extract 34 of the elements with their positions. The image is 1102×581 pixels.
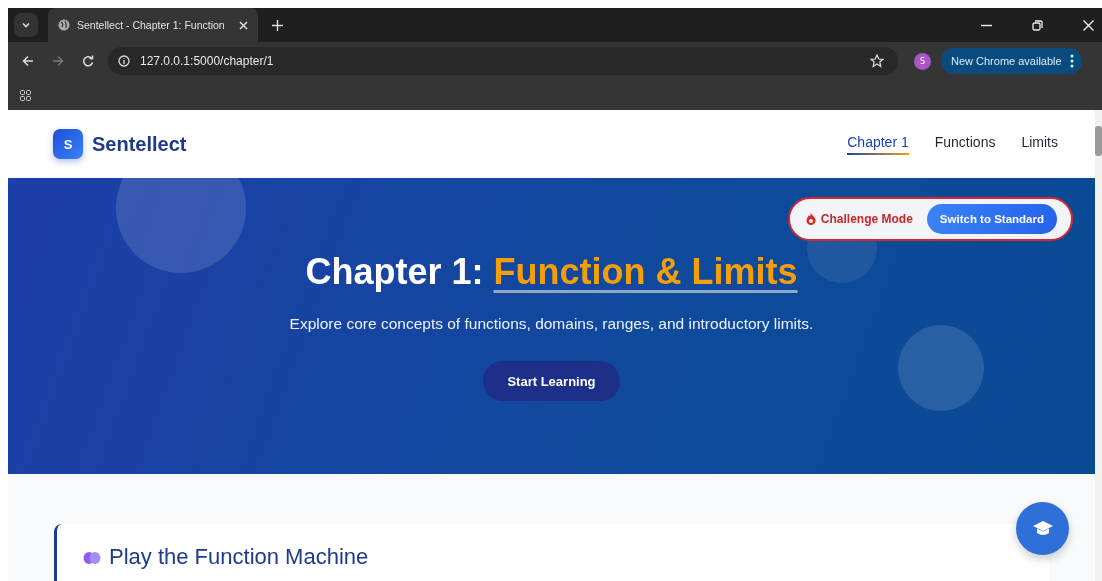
info-icon[interactable] xyxy=(118,55,130,67)
update-button[interactable]: New Chrome available xyxy=(941,48,1082,74)
forward-icon xyxy=(52,55,64,67)
nav-link[interactable]: Functions xyxy=(934,133,996,155)
apps-icon[interactable] xyxy=(20,89,31,101)
nav-link[interactable]: Chapter 1 xyxy=(847,133,909,155)
logo-badge[interactable]: S xyxy=(53,129,83,159)
back-icon[interactable] xyxy=(22,55,34,67)
caret-icon xyxy=(21,20,31,30)
hero-subtitle: Explore core concepts of functions, domains, ranges, and introductory limits. xyxy=(289,315,814,333)
start-learning-button[interactable]: Start Learning xyxy=(483,361,620,401)
globe-icon xyxy=(58,19,70,31)
new-tab-icon[interactable] xyxy=(272,19,283,31)
reload-icon[interactable] xyxy=(82,55,94,67)
profile-avatar[interactable]: S xyxy=(914,52,931,70)
close-icon[interactable] xyxy=(239,20,248,30)
section-title: Play the Function Machine xyxy=(83,544,1049,570)
challenge-mode-label: Challenge Mode xyxy=(805,212,913,226)
star-icon[interactable] xyxy=(870,54,884,68)
tab-title: Sentellect - Chapter 1: Function xyxy=(77,19,226,31)
brand-name[interactable]: Sentellect xyxy=(92,132,187,156)
scrollbar[interactable] xyxy=(1095,110,1102,581)
graduation-cap-icon xyxy=(1031,519,1054,538)
switch-mode-button[interactable]: Switch to Standard xyxy=(926,204,1057,234)
tab-search-button[interactable] xyxy=(14,13,38,37)
hero-title: Chapter 1: Function & Limits xyxy=(305,251,798,293)
nav-link[interactable]: Limits xyxy=(1021,133,1058,155)
restore-icon[interactable] xyxy=(1032,19,1043,31)
flame-icon xyxy=(805,213,816,225)
more-icon[interactable] xyxy=(1069,54,1074,68)
address-bar[interactable]: 127.0.0.1:5000/chapter/1 xyxy=(108,47,898,75)
close-icon[interactable] xyxy=(1083,19,1094,31)
browser-tab[interactable]: Sentellect - Chapter 1: Function xyxy=(48,8,258,42)
graduation-cap-button[interactable] xyxy=(1016,502,1069,555)
